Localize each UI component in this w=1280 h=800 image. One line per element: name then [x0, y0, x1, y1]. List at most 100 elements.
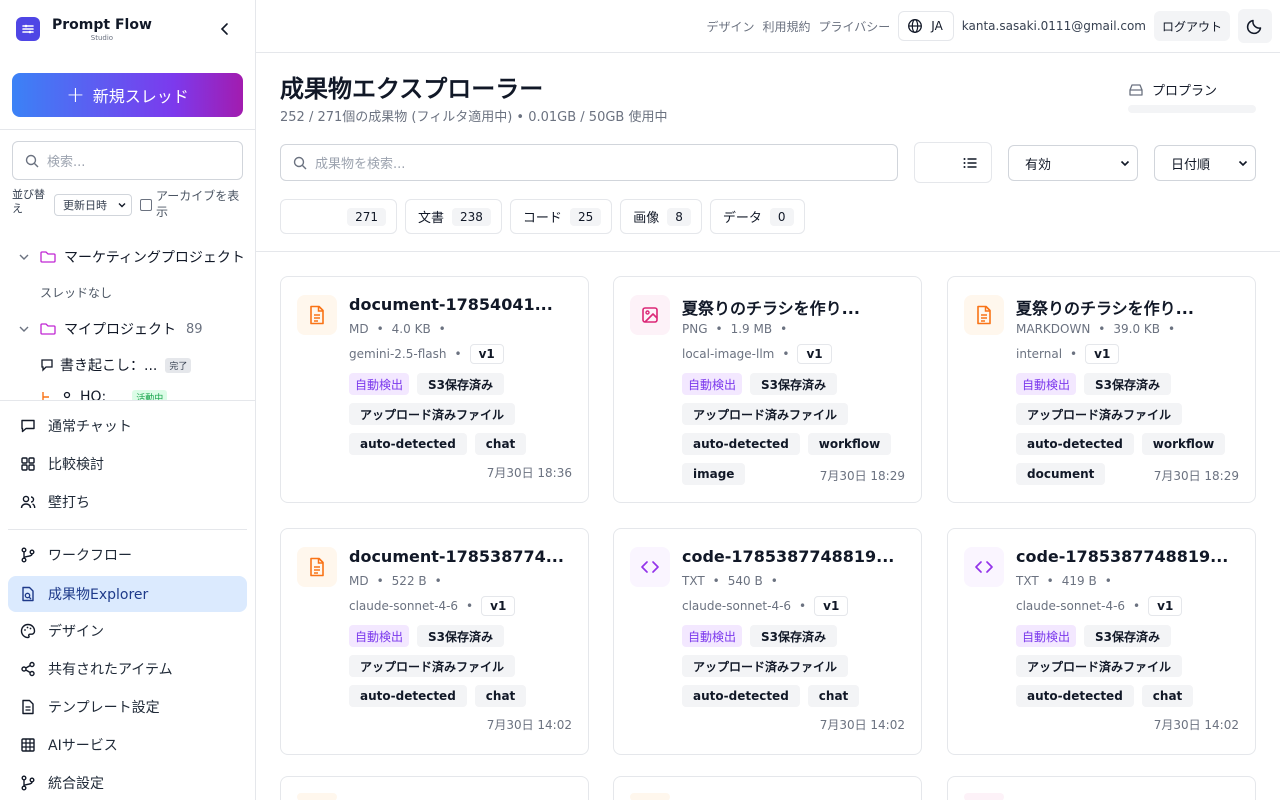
artifact-card[interactable]: [947, 776, 1256, 800]
tag[interactable]: S3保存済み: [1084, 373, 1172, 395]
sort-select[interactable]: 更新日時: [54, 194, 132, 216]
tag[interactable]: auto-detected: [682, 685, 800, 707]
theme-toggle-button[interactable]: [1238, 9, 1272, 43]
tag[interactable]: アップロード済みファイル: [682, 655, 849, 677]
sidebar-search-input[interactable]: 検索...: [12, 141, 243, 180]
language-label: JA: [931, 19, 943, 33]
tag[interactable]: 自動検出: [349, 625, 410, 647]
folder-item[interactable]: マイプロジェクト 89: [18, 319, 256, 339]
sort-label: 並び替え: [12, 188, 45, 215]
logout-button[interactable]: ログアウト: [1153, 11, 1230, 41]
nav-item-artifact-explorer[interactable]: 成果物Explorer: [8, 576, 247, 612]
tag[interactable]: 自動検出: [682, 625, 743, 647]
tag[interactable]: S3保存済み: [1084, 625, 1172, 647]
tag[interactable]: アップロード済みファイル: [349, 655, 516, 677]
chat-icon: [21, 419, 35, 433]
artifact-card[interactable]: 夏祭りのチラシを作り... PNG • 1.9 MB • local-image-llm •…: [613, 276, 922, 503]
tag[interactable]: 自動検出: [682, 373, 743, 395]
view-mode-button[interactable]: [914, 142, 992, 183]
artifact-title: code-1785387748819...: [1016, 547, 1229, 566]
filter-documents[interactable]: 文書 238: [405, 199, 502, 234]
tag[interactable]: chat: [474, 685, 527, 707]
artifact-meta: MARKDOWN • 39.0 KB •: [1016, 322, 1176, 336]
tag[interactable]: auto-detected: [1016, 433, 1134, 455]
artifact-card[interactable]: document-17854041... MD • 4.0 KB • gemini-2.5…: [280, 276, 589, 503]
collapse-sidebar-button[interactable]: [214, 18, 236, 40]
thread-item[interactable]: 書き起こし：... 完了: [40, 355, 256, 375]
tag[interactable]: chat: [1141, 685, 1194, 707]
tag[interactable]: workflow: [1141, 433, 1226, 455]
new-thread-button[interactable]: + 新規スレッド: [12, 73, 243, 117]
document-icon: [630, 793, 670, 800]
tag[interactable]: S3保存済み: [750, 373, 838, 395]
tag[interactable]: 自動検出: [349, 373, 410, 395]
tag[interactable]: auto-detected: [1016, 685, 1134, 707]
filter-images[interactable]: 画像 8: [620, 199, 702, 234]
filter-label: 文書: [418, 211, 445, 226]
artifact-card[interactable]: code-1785387748819... TXT • 540 B • claude-so…: [613, 528, 922, 755]
artifact-card[interactable]: 夏祭りのチラシを作り... MARKDOWN • 39.0 KB • internal • v…: [947, 276, 1256, 503]
nav-label: デザイン: [48, 624, 104, 640]
brand[interactable]: Prompt Flow Studio: [16, 16, 152, 42]
artifact-card[interactable]: [280, 776, 589, 800]
tag[interactable]: アップロード済みファイル: [1016, 403, 1183, 425]
artifact-size: 419 B: [1061, 574, 1097, 588]
users-icon: [63, 391, 71, 399]
nav-label: 比較検討: [48, 457, 104, 473]
status-filter-select[interactable]: 有効: [1008, 145, 1138, 181]
divider: [0, 129, 256, 130]
tag[interactable]: chat: [474, 433, 527, 455]
filter-data[interactable]: データ 0: [709, 199, 805, 234]
filter-count: 25: [569, 207, 602, 226]
artifact-model-row: claude-sonnet-4-6 • v1: [682, 596, 849, 616]
link-design[interactable]: デザイン: [706, 18, 754, 35]
tag[interactable]: S3保存済み: [750, 625, 838, 647]
tag[interactable]: auto-detected: [682, 433, 800, 455]
nav-item-workflow[interactable]: ワークフロー: [8, 537, 247, 573]
plan-indicator[interactable]: プロプラン: [1128, 80, 1217, 99]
language-button[interactable]: JA: [898, 11, 954, 41]
nav-item-design[interactable]: デザイン: [8, 613, 247, 649]
link-privacy[interactable]: プライバシー: [818, 18, 890, 35]
tag-list: 自動検出 S3保存済みアップロード済みファイル auto-detected chat: [349, 625, 581, 715]
tag[interactable]: S3保存済み: [417, 373, 505, 395]
tag[interactable]: 自動検出: [1016, 625, 1077, 647]
nav-item-ai-services[interactable]: AIサービス: [8, 727, 247, 763]
tag[interactable]: 自動検出: [1016, 373, 1077, 395]
link-terms[interactable]: 利用規約: [762, 18, 810, 35]
artifact-model-row: local-image-llm • v1: [682, 344, 832, 364]
nav-item-compare[interactable]: 比較検討: [8, 446, 247, 482]
filter-count: 238: [452, 207, 491, 226]
tag[interactable]: auto-detected: [349, 433, 467, 455]
nav-label: 共有されたアイテム: [48, 662, 173, 678]
nav-item-shared[interactable]: 共有されたアイテム: [8, 651, 247, 687]
artifact-type: TXT: [682, 574, 705, 588]
sort-order-select[interactable]: 日付順: [1154, 145, 1256, 181]
artifact-search-input[interactable]: 成果物を検索...: [280, 144, 898, 181]
folder-item[interactable]: マーケティングプロジェクト: [18, 247, 256, 267]
moon-icon: [1246, 19, 1262, 35]
nav-item-templates[interactable]: テンプレート設定: [8, 689, 247, 725]
tag[interactable]: workflow: [807, 433, 892, 455]
filter-all[interactable]: 271: [280, 199, 397, 234]
tag[interactable]: アップロード済みファイル: [682, 403, 849, 425]
nav-item-integrations[interactable]: 統合設定: [8, 765, 247, 800]
tag[interactable]: image: [682, 463, 746, 485]
artifact-model: claude-sonnet-4-6: [682, 599, 792, 613]
tag[interactable]: auto-detected: [349, 685, 467, 707]
archive-checkbox[interactable]: [140, 199, 152, 211]
archive-toggle[interactable]: アーカイブを表示: [140, 188, 248, 220]
tag[interactable]: document: [1016, 463, 1106, 485]
tag[interactable]: アップロード済みファイル: [1016, 655, 1183, 677]
nav-item-chat[interactable]: 通常チャット: [8, 408, 247, 444]
table-icon: [21, 738, 35, 752]
tag[interactable]: S3保存済み: [417, 625, 505, 647]
artifact-card[interactable]: document-178538774... MD • 522 B • claude-son…: [280, 528, 589, 755]
thread-item[interactable]: HQ: 活動中: [40, 389, 256, 400]
tag[interactable]: chat: [807, 685, 860, 707]
artifact-card[interactable]: code-1785387748819... TXT • 419 B • claude-so…: [947, 528, 1256, 755]
nav-item-brainstorm[interactable]: 壁打ち: [8, 484, 247, 520]
artifact-card[interactable]: [613, 776, 922, 800]
tag[interactable]: アップロード済みファイル: [349, 403, 516, 425]
filter-code[interactable]: コード 25: [509, 199, 613, 234]
